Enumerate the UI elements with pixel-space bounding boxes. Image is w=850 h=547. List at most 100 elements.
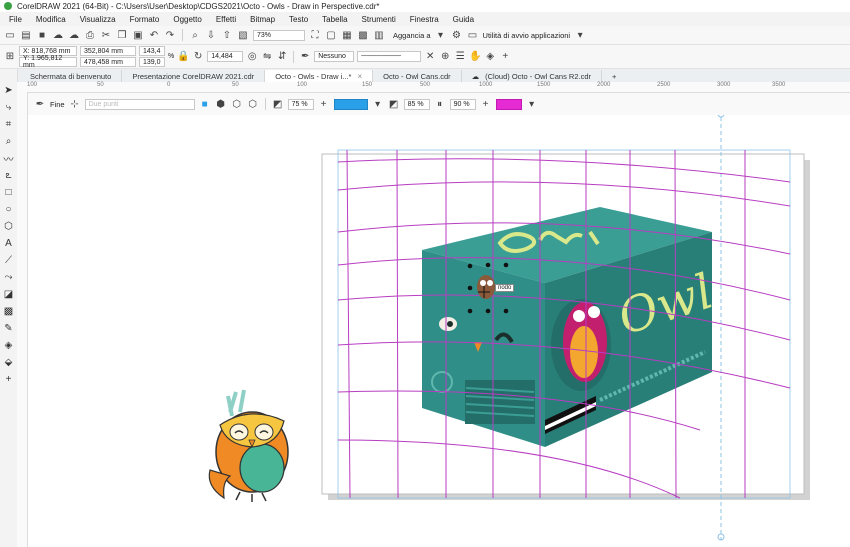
pick-tool-icon[interactable]: ➤ (0, 82, 17, 99)
tab-owl-cans[interactable]: Octo - Owl Cans.cdr (373, 70, 462, 82)
cut-icon[interactable]: ✂ (100, 29, 112, 41)
paste-icon[interactable]: ▣ (132, 29, 144, 41)
line-style-select[interactable]: ──────── (357, 51, 422, 62)
cloud-download-icon[interactable]: ☁ (68, 29, 80, 41)
guidelines-icon[interactable]: ▥ (373, 29, 385, 41)
artistic-media-icon[interactable]: ఽ (0, 167, 17, 184)
redo-icon[interactable]: ↷ (164, 29, 176, 41)
order-icon[interactable]: ☰ (454, 51, 466, 63)
menu-tabella[interactable]: Tabella (315, 15, 354, 24)
opacity-field-2[interactable]: 85 % (403, 98, 430, 110)
rotation-angle-field[interactable]: 14,484 (207, 51, 244, 62)
add-tab-button[interactable]: + (602, 70, 626, 82)
new-document-icon[interactable]: ▭ (4, 29, 16, 41)
menu-bitmap[interactable]: Bitmap (243, 15, 282, 24)
close-icon[interactable]: × (357, 72, 362, 81)
scale-width-field[interactable]: 143,4 (139, 46, 165, 56)
zoom-fit-icon[interactable]: ⛶ (309, 29, 321, 41)
selected-owl[interactable] (477, 275, 495, 299)
snap-to-dropdown[interactable]: Aggancia a (393, 31, 431, 40)
outline-width-select[interactable]: Nessuno (314, 51, 355, 62)
grid-icon[interactable]: ▩ (357, 29, 369, 41)
orange-owl-illustration[interactable] (208, 389, 289, 502)
object-origin-icon[interactable]: ⊞ (4, 51, 16, 63)
scale-height-field[interactable]: 139,0 (139, 57, 165, 67)
pause-icon[interactable]: ⏸ (434, 98, 446, 110)
search-icon[interactable]: ⌕ (189, 29, 201, 41)
plus-icon[interactable]: + (318, 98, 330, 110)
lock-ratio-icon[interactable]: 🔒 (177, 51, 189, 63)
drawing-canvas[interactable]: Owl nodo (28, 115, 850, 547)
menu-testo[interactable]: Testo (282, 15, 315, 24)
opacity-field-1[interactable]: 75 % (287, 98, 314, 110)
layers-icon[interactable]: ◈ (484, 51, 496, 63)
height-field[interactable]: 478,458 mm (80, 57, 136, 67)
tab-welcome[interactable]: Schermata di benvenuto (20, 70, 123, 82)
width-field[interactable]: 352,804 mm (80, 46, 136, 56)
smart-fill-icon[interactable]: ⬙ (0, 354, 17, 371)
points-select[interactable]: Due punti (84, 98, 195, 110)
rotation-center-icon[interactable]: ◎ (246, 51, 258, 63)
menu-modifica[interactable]: Modifica (29, 15, 73, 24)
menu-strumenti[interactable]: Strumenti (355, 15, 403, 24)
chevron-down-icon[interactable]: ▾ (372, 98, 384, 110)
eyedropper-icon[interactable]: ✎ (0, 320, 17, 337)
rectangle-tool-icon[interactable]: □ (0, 184, 17, 201)
menu-visualizza[interactable]: Visualizza (73, 15, 123, 24)
tab-octo-owls[interactable]: Octo - Owls - Draw i...* × (265, 70, 374, 82)
add-tool-icon[interactable]: + (0, 371, 17, 388)
zoom-level-select[interactable]: 73% (253, 29, 305, 41)
transparency-tool-icon[interactable]: ▩ (0, 303, 17, 320)
guideline-handle[interactable] (717, 115, 725, 118)
mirror-horizontal-icon[interactable]: ⇋ (261, 51, 273, 63)
chevron-down-icon[interactable]: ▾ (526, 98, 538, 110)
freehand-tool-icon[interactable]: 〰 (0, 150, 17, 167)
cloud-upload-icon[interactable]: ☁ (52, 29, 64, 41)
ellipse-tool-icon[interactable]: ○ (0, 201, 17, 218)
cube-icon[interactable]: ⬢ (215, 98, 227, 110)
parallel-dimension-icon[interactable]: ⟋ (0, 252, 17, 269)
export-icon[interactable]: ⇧ (221, 29, 233, 41)
tab-cloud-owl-cans[interactable]: ☁ (Cloud) Octo - Owl Cans R2.cdr (462, 70, 603, 82)
chevron-down-icon[interactable]: ▾ (435, 29, 447, 41)
app-launcher-button[interactable]: Utilità di avvio applicazioni (483, 31, 571, 40)
menu-effetti[interactable]: Effetti (209, 15, 243, 24)
break-apart-icon[interactable]: ✕ (424, 51, 436, 63)
drop-shadow-icon[interactable]: ◪ (0, 286, 17, 303)
node-icon[interactable]: ⊹ (69, 98, 81, 110)
menu-formato[interactable]: Formato (123, 15, 167, 24)
menu-oggetto[interactable]: Oggetto (166, 15, 208, 24)
save-icon[interactable]: ■ (36, 29, 48, 41)
color-swatch-blue[interactable] (333, 98, 368, 110)
import-icon[interactable]: ⇩ (205, 29, 217, 41)
print-icon[interactable]: ⎙ (84, 29, 96, 41)
zoom-tool-icon[interactable]: ⌕ (0, 133, 17, 150)
pdf-icon[interactable]: ▧ (237, 29, 249, 41)
add-icon[interactable]: + (499, 51, 511, 63)
tab-presentation[interactable]: Presentazione CorelDRAW 2021.cdr (122, 70, 266, 82)
polygon-tool-icon[interactable]: ⬡ (0, 218, 17, 235)
gear-icon[interactable]: ⚙ (451, 29, 463, 41)
crop-tool-icon[interactable]: ⌗ (0, 116, 17, 133)
combine-icon[interactable]: ⊕ (439, 51, 451, 63)
square-blue-icon[interactable]: ■ (199, 98, 211, 110)
shape-outline-icon[interactable]: ⬡ (247, 98, 259, 110)
undo-icon[interactable]: ↶ (148, 29, 160, 41)
mirror-vertical-icon[interactable]: ⇵ (276, 51, 288, 63)
menu-finestra[interactable]: Finestra (403, 15, 446, 24)
rulers-icon[interactable]: ▦ (341, 29, 353, 41)
open-folder-icon[interactable]: ▤ (20, 29, 32, 41)
text-tool-icon[interactable]: A (0, 235, 17, 252)
menu-file[interactable]: File (2, 15, 29, 24)
hand-icon[interactable]: ✋ (469, 51, 481, 63)
pen-nib-icon[interactable]: ✒ (34, 98, 46, 110)
interactive-fill-icon[interactable]: ◈ (0, 337, 17, 354)
menu-guida[interactable]: Guida (446, 15, 481, 24)
color-swatch-magenta[interactable] (495, 98, 522, 110)
copy-icon[interactable]: ❐ (116, 29, 128, 41)
shape-icon[interactable]: ⬡ (231, 98, 243, 110)
full-screen-icon[interactable]: ▢ (325, 29, 337, 41)
shape-tool-icon[interactable]: ⤷ (0, 99, 17, 116)
plus-icon[interactable]: + (480, 98, 492, 110)
connector-tool-icon[interactable]: ⤳ (0, 269, 17, 286)
